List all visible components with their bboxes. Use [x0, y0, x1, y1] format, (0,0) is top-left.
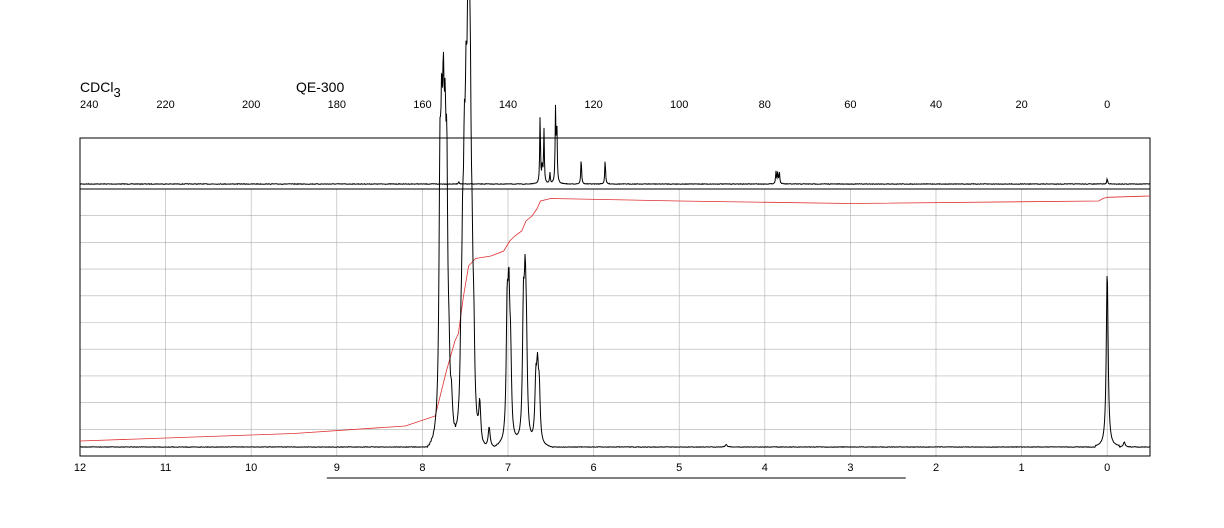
solvent-text: CDCl	[80, 79, 113, 95]
c13-tick-label: 80	[759, 99, 771, 111]
h1-tick-label: 10	[245, 462, 257, 474]
nmr-spectrum-figure: CDCl3 QE-300 240 220 200 180 160 140 120 100 80 6…	[74, 0, 1151, 479]
c13-tick-label: 20	[1015, 99, 1027, 111]
c13-panel-border	[79, 137, 1151, 190]
c13-spectrum-line	[79, 104, 1151, 186]
h1-tick-label: 3	[847, 462, 853, 474]
h1-tick-label: 12	[74, 462, 86, 474]
solvent-label: CDCl3	[80, 79, 121, 100]
c13-tick-label: 0	[1104, 99, 1110, 111]
h1-grid	[79, 189, 1150, 456]
c13-tick-label: 240	[80, 99, 98, 111]
h1-tick-label: 9	[334, 462, 340, 474]
c13-tick-label: 120	[584, 99, 602, 111]
h1-tick-label: 7	[505, 462, 511, 474]
c13-tick-label: 60	[844, 99, 856, 111]
h1-tick-label: 0	[1104, 462, 1110, 474]
instrument-label: QE-300	[296, 79, 344, 95]
h1-tick-label: 5	[676, 462, 682, 474]
c13-tick-label: 220	[156, 99, 174, 111]
c13-frame	[79, 137, 1151, 190]
solvent-subscript: 3	[113, 85, 120, 100]
c13-tick-label: 180	[328, 99, 346, 111]
c13-tick-labels: 240 220 200 180 160 140 120 100 80 60 40 20 0	[80, 99, 1110, 111]
h1-tick-label: 6	[591, 462, 597, 474]
h1-tick-labels: 12 11 10 9 8 7 6 5 4 3 2 1 0	[74, 462, 1110, 474]
c13-tick-label: 160	[413, 99, 431, 111]
h1-tick-label: 11	[160, 462, 171, 474]
c13-tick-label: 140	[499, 99, 517, 111]
c13-tick-label: 100	[670, 99, 688, 111]
h1-integral-curve	[79, 195, 1151, 442]
h1-tick-label: 4	[762, 462, 768, 474]
c13-tick-label: 40	[930, 99, 942, 111]
h1-tick-label: 1	[1019, 462, 1025, 474]
h1-tick-label: 8	[419, 462, 425, 474]
h1-spectrum-line	[79, 0, 1151, 448]
c13-tick-label: 200	[242, 99, 260, 111]
h1-tick-label: 2	[933, 462, 939, 474]
